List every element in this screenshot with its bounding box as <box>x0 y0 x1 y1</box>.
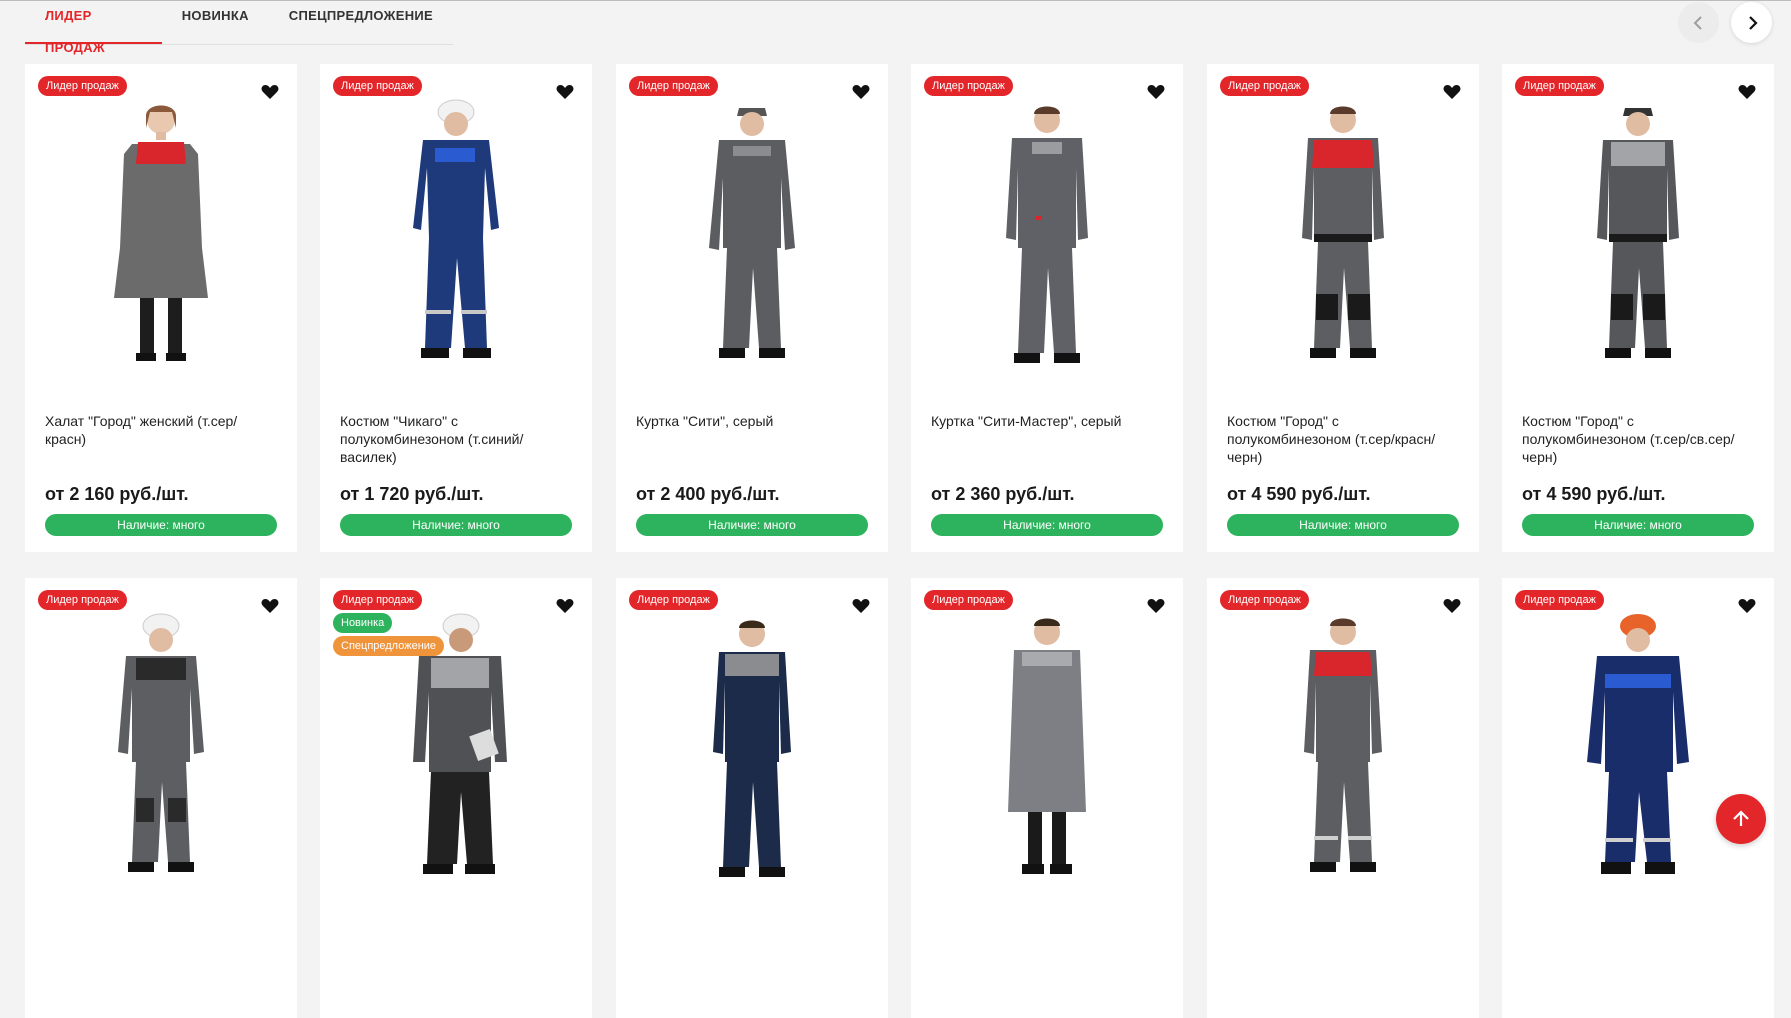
product-card[interactable]: Лидер продаж <box>1207 578 1479 1018</box>
product-card[interactable]: Лидер продаж Костюм "Город" с полукомбин… <box>1207 64 1479 552</box>
product-card[interactable]: Лидер продаж Куртка "Сити", серый от 2 4… <box>616 64 888 552</box>
badge-list: Лидер продаж <box>1515 590 1604 610</box>
product-photo[interactable] <box>671 612 833 890</box>
product-photo[interactable] <box>1262 612 1424 890</box>
bestseller-badge: Лидер продаж <box>1220 590 1309 610</box>
product-price: от 1 720 руб./шт. <box>340 484 484 504</box>
badge-list: Лидер продаж <box>1220 76 1309 96</box>
bestseller-badge: Лидер продаж <box>38 590 127 610</box>
heart-icon[interactable] <box>1443 598 1461 614</box>
arrow-up-icon <box>1733 810 1749 826</box>
tab-bestsellers[interactable]: ЛИДЕР ПРОДАЖ <box>25 0 162 55</box>
special-offer-badge: Спецпредложение <box>333 636 445 656</box>
category-tabs: ЛИДЕР ПРОДАЖ НОВИНКА СПЕЦПРЕДЛОЖЕНИЕ <box>25 0 453 55</box>
product-photo[interactable] <box>1262 98 1424 376</box>
carousel-next-button[interactable] <box>1731 2 1772 43</box>
product-title-truncated[interactable] <box>45 998 277 1018</box>
product-photo[interactable] <box>80 612 242 890</box>
heart-icon[interactable] <box>261 84 279 100</box>
availability-button[interactable]: Наличие: много <box>340 514 572 536</box>
bestseller-badge: Лидер продаж <box>629 76 718 96</box>
bestseller-badge: Лидер продаж <box>924 590 1013 610</box>
product-title[interactable]: Костюм "Город" с полукомбинезоном (т.сер… <box>1522 412 1754 466</box>
product-photo[interactable] <box>1557 612 1719 890</box>
bestseller-badge: Лидер продаж <box>629 590 718 610</box>
product-title-truncated[interactable] <box>340 998 572 1018</box>
product-title[interactable]: Халат "Город" женский (т.сер/красн) <box>45 412 277 448</box>
heart-icon[interactable] <box>1443 84 1461 100</box>
product-card[interactable]: Лидер продаж <box>25 578 297 1018</box>
product-title-truncated[interactable] <box>1227 998 1459 1018</box>
product-photo[interactable] <box>966 98 1128 376</box>
heart-icon[interactable] <box>852 84 870 100</box>
chevron-left-icon <box>1693 15 1702 30</box>
product-title[interactable]: Костюм "Чикаго" с полукомбинезоном (т.си… <box>340 412 572 466</box>
product-photo[interactable] <box>375 98 537 376</box>
badge-list: Лидер продаж <box>924 76 1013 96</box>
tab-new[interactable]: НОВИНКА <box>162 0 269 44</box>
product-price: от 4 590 руб./шт. <box>1522 484 1666 504</box>
product-title[interactable]: Костюм "Город" с полукомбинезоном (т.сер… <box>1227 412 1459 466</box>
heart-icon[interactable] <box>556 598 574 614</box>
product-card[interactable]: Лидер продаж Куртка "Сити-Мастер", серый… <box>911 64 1183 552</box>
badge-list: Лидер продаж <box>629 590 718 610</box>
product-title[interactable]: Куртка "Сити", серый <box>636 412 868 430</box>
heart-icon[interactable] <box>1147 84 1165 100</box>
availability-button[interactable]: Наличие: много <box>1227 514 1459 536</box>
product-price: от 4 590 руб./шт. <box>1227 484 1371 504</box>
availability-button[interactable]: Наличие: много <box>1522 514 1754 536</box>
tab-special-offer[interactable]: СПЕЦПРЕДЛОЖЕНИЕ <box>269 0 453 44</box>
product-card[interactable]: Лидер продаж Новинка Спецпредложение <box>320 578 592 1018</box>
bestseller-badge: Лидер продаж <box>1220 76 1309 96</box>
bestseller-badge: Лидер продаж <box>924 76 1013 96</box>
product-photo[interactable] <box>1557 98 1719 376</box>
bestseller-badge: Лидер продаж <box>38 76 127 96</box>
heart-icon[interactable] <box>556 84 574 100</box>
product-photo[interactable] <box>966 612 1128 890</box>
product-title-truncated[interactable] <box>931 998 1163 1018</box>
badge-list: Лидер продаж Новинка Спецпредложение <box>333 590 445 656</box>
product-price: от 2 360 руб./шт. <box>931 484 1075 504</box>
badge-list: Лидер продаж <box>924 590 1013 610</box>
product-title-truncated[interactable] <box>1522 998 1754 1018</box>
heart-icon[interactable] <box>261 598 279 614</box>
badge-list: Лидер продаж <box>38 590 127 610</box>
product-price: от 2 400 руб./шт. <box>636 484 780 504</box>
product-card[interactable]: Лидер продаж Халат "Город" женский (т.се… <box>25 64 297 552</box>
new-badge: Новинка <box>333 613 393 633</box>
availability-button[interactable]: Наличие: много <box>931 514 1163 536</box>
bestseller-badge: Лидер продаж <box>333 76 422 96</box>
chevron-right-icon <box>1748 15 1758 30</box>
heart-icon[interactable] <box>1738 598 1756 614</box>
product-photo[interactable] <box>671 98 833 376</box>
heart-icon[interactable] <box>852 598 870 614</box>
heart-icon[interactable] <box>1147 598 1165 614</box>
badge-list: Лидер продаж <box>629 76 718 96</box>
product-price: от 2 160 руб./шт. <box>45 484 189 504</box>
scroll-to-top-button[interactable] <box>1716 794 1766 844</box>
badge-list: Лидер продаж <box>38 76 127 96</box>
product-title[interactable]: Куртка "Сити-Мастер", серый <box>931 412 1163 430</box>
heart-icon[interactable] <box>1738 84 1756 100</box>
product-title-truncated[interactable] <box>636 998 868 1018</box>
availability-button[interactable]: Наличие: много <box>45 514 277 536</box>
badge-list: Лидер продаж <box>333 76 422 96</box>
bestseller-badge: Лидер продаж <box>1515 590 1604 610</box>
carousel-prev-button[interactable] <box>1678 2 1719 43</box>
product-card[interactable]: Лидер продаж Костюм "Чикаго" с полукомби… <box>320 64 592 552</box>
product-card[interactable]: Лидер продаж <box>911 578 1183 1018</box>
product-photo[interactable] <box>80 98 242 376</box>
product-card[interactable]: Лидер продаж <box>616 578 888 1018</box>
bestseller-badge: Лидер продаж <box>333 590 422 610</box>
bestseller-badge: Лидер продаж <box>1515 76 1604 96</box>
badge-list: Лидер продаж <box>1515 76 1604 96</box>
availability-button[interactable]: Наличие: много <box>636 514 868 536</box>
badge-list: Лидер продаж <box>1220 590 1309 610</box>
product-card[interactable]: Лидер продаж Костюм "Город" с полукомбин… <box>1502 64 1774 552</box>
